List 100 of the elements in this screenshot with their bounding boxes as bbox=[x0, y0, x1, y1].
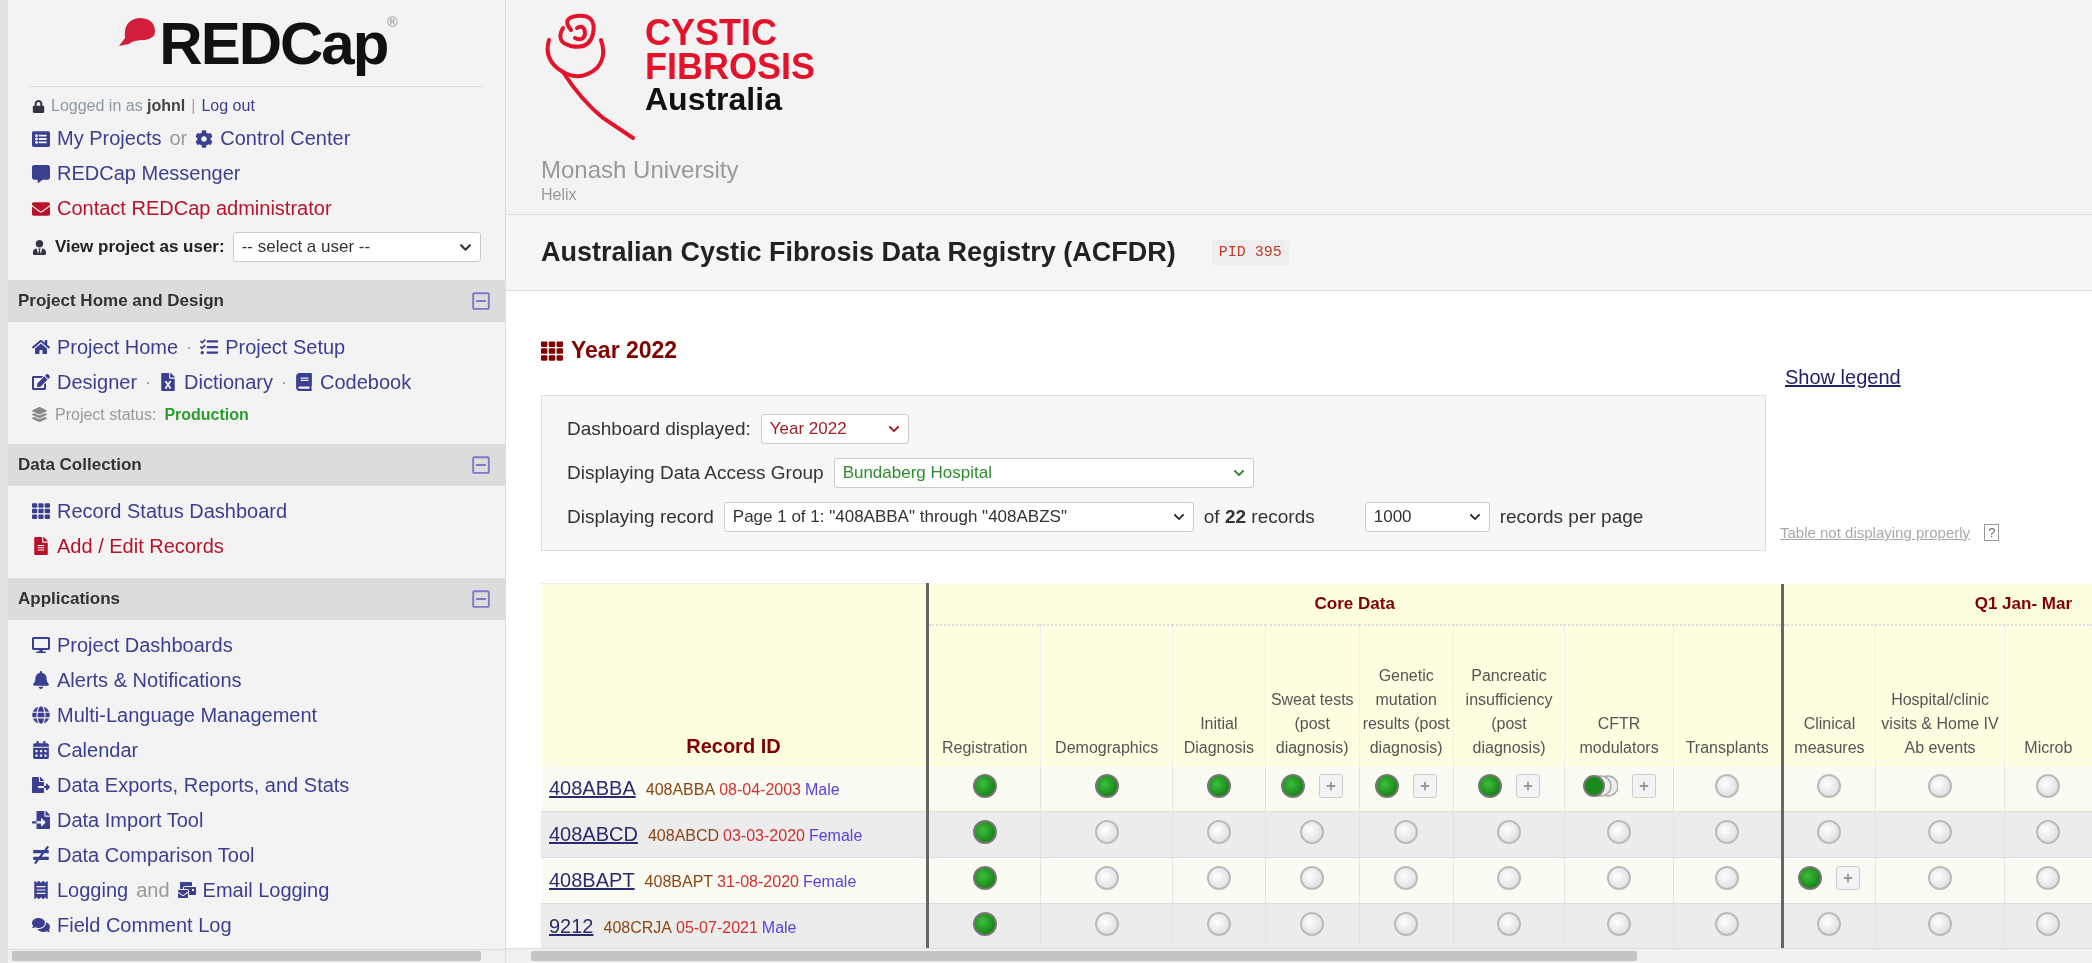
sidebar-link[interactable]: Project Setup bbox=[200, 335, 346, 359]
settings-icon bbox=[195, 129, 214, 148]
status-complete-icon[interactable] bbox=[1094, 774, 1119, 798]
status-empty-icon[interactable] bbox=[1928, 820, 1953, 844]
status-empty-icon[interactable] bbox=[1715, 774, 1740, 798]
sidebar-link[interactable]: My Projects bbox=[32, 127, 162, 150]
data-access-group-select[interactable]: Bundaberg Hospital bbox=[833, 458, 1254, 488]
sidebar-link[interactable]: Field Comment Log bbox=[32, 913, 232, 937]
section-title: Data Collection bbox=[18, 454, 142, 475]
status-empty-icon[interactable] bbox=[1206, 866, 1231, 890]
status-complete-icon[interactable] bbox=[1478, 774, 1502, 798]
status-empty-icon[interactable] bbox=[1715, 912, 1740, 936]
section-title: Applications bbox=[18, 588, 120, 609]
status-empty-icon[interactable] bbox=[2036, 912, 2061, 936]
status-empty-icon[interactable] bbox=[1817, 820, 1842, 844]
dashboard-select[interactable]: Year 2022 bbox=[760, 414, 909, 444]
status-empty-icon[interactable] bbox=[1300, 866, 1325, 890]
add-instance-button[interactable] bbox=[1632, 774, 1657, 798]
status-empty-icon[interactable] bbox=[1817, 912, 1842, 936]
status-empty-icon[interactable] bbox=[1094, 912, 1119, 936]
brand-name-line: Australia bbox=[645, 84, 784, 115]
collapse-icon[interactable] bbox=[471, 454, 491, 475]
status-empty-icon[interactable] bbox=[1928, 774, 1953, 798]
status-empty-icon[interactable] bbox=[1094, 866, 1119, 890]
add-instance-button[interactable] bbox=[1319, 774, 1344, 798]
status-empty-icon[interactable] bbox=[1394, 820, 1419, 844]
sidebar-link[interactable]: Project Home bbox=[32, 335, 179, 359]
status-complete-icon[interactable] bbox=[972, 774, 997, 798]
record-link[interactable]: 408ABBA bbox=[549, 776, 636, 799]
logout-link[interactable]: Log out bbox=[201, 97, 255, 115]
status-complete-icon[interactable] bbox=[1375, 774, 1400, 798]
status-empty-icon[interactable] bbox=[1928, 866, 1953, 890]
help-button[interactable]: ? bbox=[1984, 524, 2000, 541]
status-empty-icon[interactable] bbox=[1206, 820, 1231, 844]
status-complete-icon[interactable] bbox=[1281, 774, 1306, 798]
status-empty-icon[interactable] bbox=[1094, 820, 1119, 844]
status-empty-icon[interactable] bbox=[2036, 774, 2061, 798]
per-page-select[interactable]: 1000 bbox=[1364, 502, 1490, 532]
record-page-select[interactable]: Page 1 of 1: "408ABBA" through "408ABZS" bbox=[723, 502, 1194, 532]
column-header: CFTR modulators bbox=[1564, 624, 1674, 766]
sidebar-link[interactable]: Project Dashboards bbox=[32, 633, 233, 657]
sidebar-link[interactable]: Data Import Tool bbox=[32, 808, 204, 832]
status-empty-icon[interactable] bbox=[1607, 866, 1632, 890]
status-empty-icon[interactable] bbox=[1206, 912, 1231, 936]
plus-icon bbox=[1420, 781, 1431, 791]
status-multiple-icon[interactable] bbox=[1582, 774, 1619, 798]
add-instance-button[interactable] bbox=[1413, 774, 1438, 798]
sidebar-link[interactable]: Control Center bbox=[195, 127, 351, 150]
status-empty-icon[interactable] bbox=[1607, 820, 1632, 844]
status-empty-icon[interactable] bbox=[1715, 866, 1740, 890]
sidebar-link[interactable]: REDCap Messenger bbox=[32, 162, 241, 185]
record-sex: Female bbox=[808, 826, 863, 844]
status-empty-icon[interactable] bbox=[1497, 866, 1521, 890]
status-empty-icon[interactable] bbox=[1497, 912, 1521, 936]
collapse-icon[interactable] bbox=[471, 290, 491, 311]
status-complete-icon[interactable] bbox=[972, 820, 997, 844]
record-link[interactable]: 9212 bbox=[549, 914, 594, 937]
collapse-icon[interactable] bbox=[471, 588, 491, 609]
sidebar-link[interactable]: Logging bbox=[32, 878, 129, 902]
status-complete-icon[interactable] bbox=[1798, 866, 1823, 890]
sidebar-link[interactable]: Contact REDCap administrator bbox=[32, 197, 332, 220]
status-empty-icon[interactable] bbox=[2036, 820, 2061, 844]
add-instance-button[interactable] bbox=[1836, 866, 1861, 890]
record-link[interactable]: 408BAPT bbox=[549, 868, 635, 891]
status-empty-icon[interactable] bbox=[1300, 820, 1325, 844]
scrollbar[interactable] bbox=[506, 948, 2092, 963]
sidebar-link[interactable]: Dictionary bbox=[159, 370, 273, 394]
chevron-icon bbox=[1172, 511, 1185, 523]
status-complete-icon[interactable] bbox=[972, 912, 997, 936]
status-empty-icon[interactable] bbox=[1817, 774, 1842, 798]
show-legend-link[interactable]: Show legend bbox=[1785, 366, 1901, 389]
status-empty-icon[interactable] bbox=[1715, 820, 1740, 844]
scrollbar[interactable] bbox=[8, 948, 505, 963]
sidebar-link[interactable]: Record Status Dashboard bbox=[32, 499, 288, 523]
user-select[interactable]: -- select a user -- bbox=[232, 232, 481, 262]
status-empty-icon[interactable] bbox=[1394, 866, 1419, 890]
status-empty-icon[interactable] bbox=[1607, 912, 1632, 936]
sidebar-link[interactable]: Designer bbox=[32, 370, 138, 394]
status-complete-icon[interactable] bbox=[972, 866, 997, 890]
status-complete-icon[interactable] bbox=[1206, 774, 1231, 798]
sidebar-link[interactable]: Add / Edit Records bbox=[32, 534, 224, 558]
status-empty-icon[interactable] bbox=[1300, 912, 1325, 936]
sidebar-link[interactable]: Data Exports, Reports, and Stats bbox=[32, 773, 350, 797]
sidebar-link[interactable]: Email Logging bbox=[177, 878, 330, 902]
sidebar-link[interactable]: Data Comparison Tool bbox=[32, 843, 255, 867]
separator: | bbox=[191, 97, 196, 115]
sidebar-link[interactable]: Multi-Language Management bbox=[32, 703, 318, 727]
sidebar-link[interactable]: Calendar bbox=[32, 738, 139, 762]
status-empty-icon[interactable] bbox=[2036, 866, 2061, 890]
status-empty-icon[interactable] bbox=[1497, 820, 1521, 844]
record-link[interactable]: 408ABCD bbox=[549, 822, 638, 845]
project-id-badge: PID 395 bbox=[1211, 240, 1289, 265]
sidebar-link[interactable]: Alerts & Notifications bbox=[32, 668, 242, 692]
status-empty-icon[interactable] bbox=[1928, 912, 1953, 936]
status-empty-icon[interactable] bbox=[1394, 912, 1419, 936]
add-instance-button[interactable] bbox=[1516, 774, 1540, 798]
field-label: Displaying record bbox=[567, 506, 714, 528]
per-page-label: records per page bbox=[1499, 506, 1644, 528]
sidebar-link[interactable]: Codebook bbox=[294, 370, 412, 394]
record-count: of 22 records bbox=[1203, 506, 1315, 528]
